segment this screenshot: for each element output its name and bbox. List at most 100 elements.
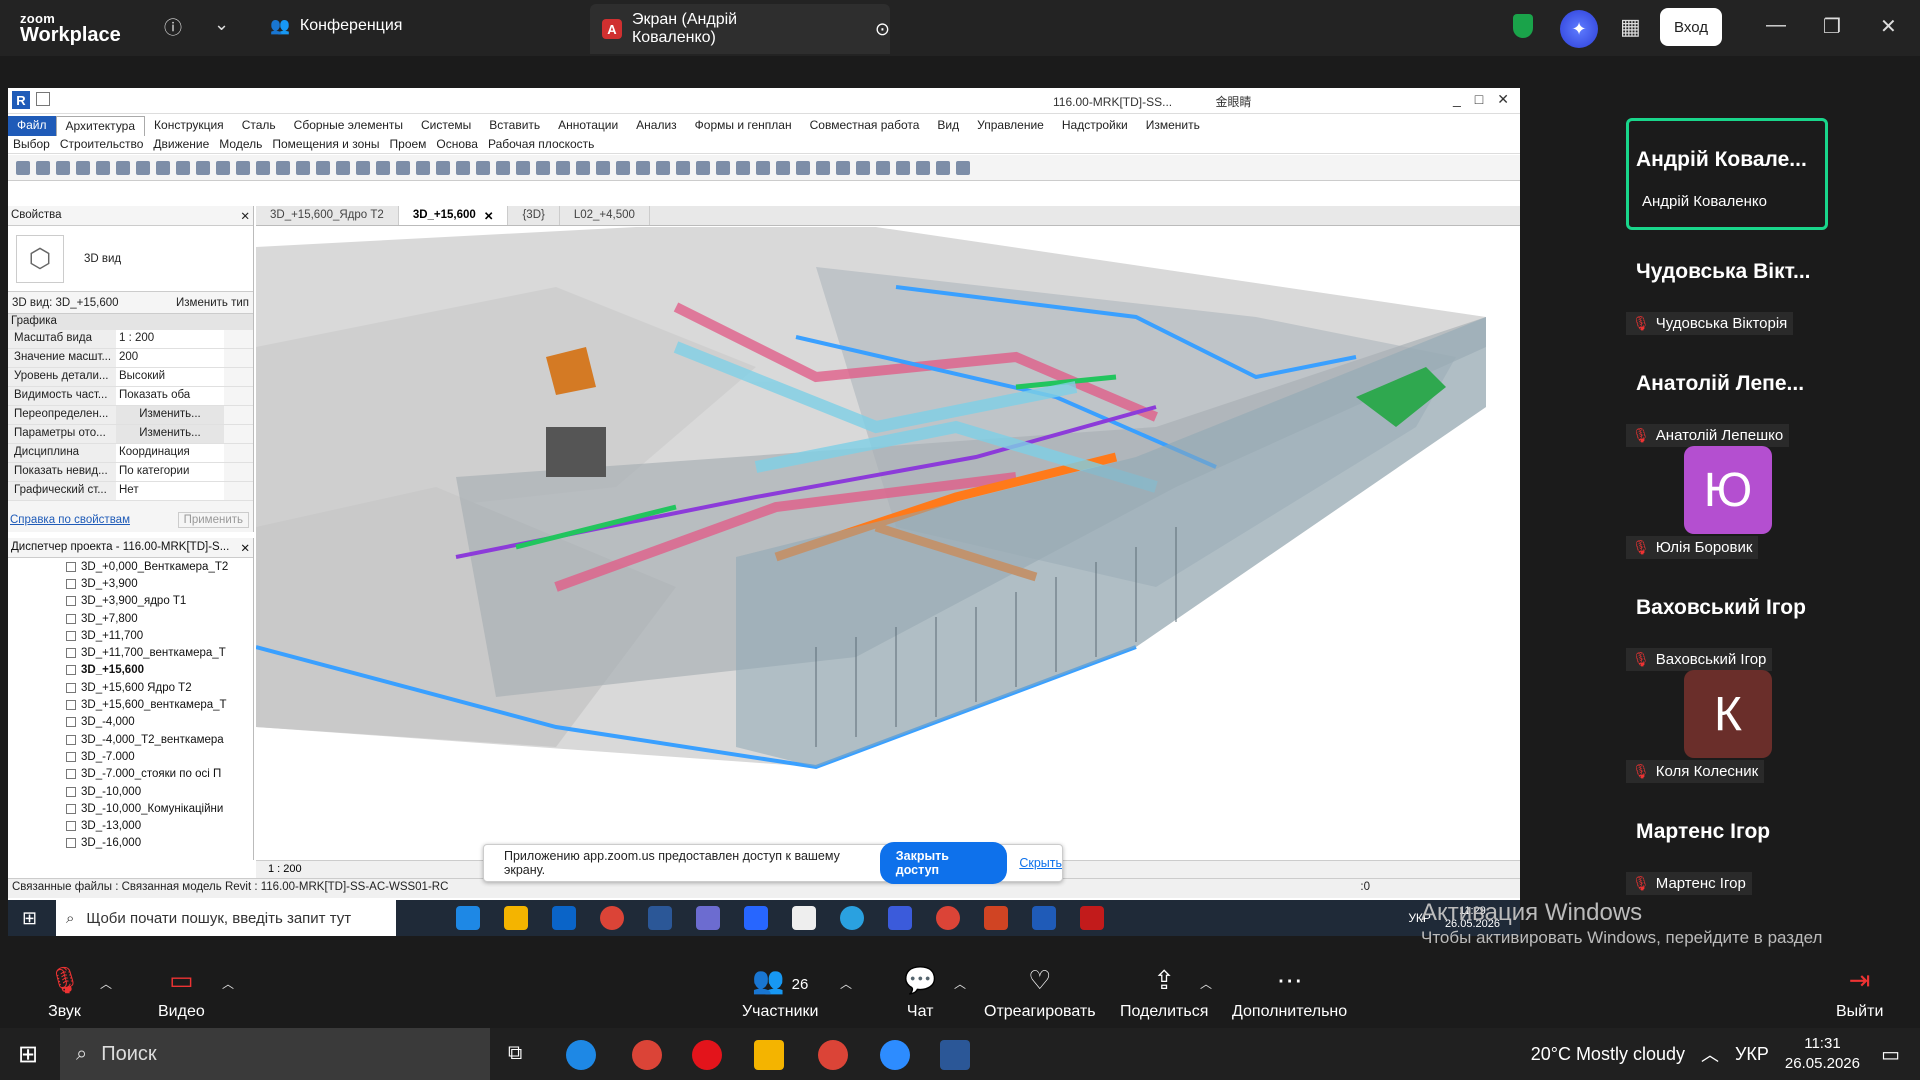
toolbar-tool-icon[interactable] [36,160,50,175]
revit-user[interactable]: 金眼睛 [1216,95,1252,109]
audio-button[interactable]: 🎙 Звук [48,965,81,1021]
toolbar-tool-icon[interactable] [776,160,790,175]
toolbar-tool-icon[interactable] [616,160,630,175]
toolbar-tool-icon[interactable] [296,160,310,175]
browser-view-item[interactable]: 3D_-4,000_Т2_венткамера [66,731,253,748]
windows-start-icon[interactable]: ⊞ [22,908,37,929]
browser-view-item[interactable]: 3D_-10,000 [66,783,253,800]
toolbar-tool-icon[interactable] [676,160,690,175]
participant-tile[interactable]: Мартенс Ігор 🎙 Мартенс Ігор [1620,782,1860,895]
video-caret-icon[interactable]: ︿ [222,975,234,992]
toolbar-tool-icon[interactable] [396,160,410,175]
toolbar-tool-icon[interactable] [196,160,210,175]
edit-type-button[interactable]: Изменить тип [176,297,249,309]
browser-view-item[interactable]: 3D_+3,900_ядро Т1 [66,593,253,610]
ribbon-subtab[interactable]: Строительство [55,136,149,153]
toolbar-tool-icon[interactable] [636,160,650,175]
chevron-down-icon[interactable]: ⌄ [214,14,229,35]
toolbar-tool-icon[interactable] [836,160,850,175]
encryption-shield-icon[interactable] [1513,14,1533,38]
toolbar-tool-icon[interactable] [456,160,470,175]
browser-view-item[interactable]: 3D_+15,600 Ядро Т2 [66,679,253,696]
powerpoint-icon[interactable] [984,906,1008,930]
notepad-icon[interactable] [792,906,816,930]
property-value[interactable]: Координация [116,444,224,462]
view-selector[interactable]: 3D вид: 3D_+15,600 Изменить тип [8,292,253,314]
video-button[interactable]: ▭ Видео [158,965,205,1021]
toolbar-tool-icon[interactable] [176,160,190,175]
ribbon-tab[interactable]: Совместная работа [801,116,929,136]
type-selector[interactable]: ⬡ 3D вид [8,226,253,292]
taskbar-search[interactable]: ⌕ Поиск [60,1028,490,1080]
toolbar-tool-icon[interactable] [496,160,510,175]
toolbar-tool-icon[interactable] [896,160,910,175]
toolbar-tool-icon[interactable] [576,160,590,175]
info-icon[interactable]: ⓘ [164,14,182,40]
ribbon-tab[interactable]: Сборные элементы [285,116,412,136]
browser-view-item[interactable]: 3D_-7.000 [66,748,253,765]
toolbar-tool-icon[interactable] [796,160,810,175]
chat-button[interactable]: 💬 Чат [904,965,936,1021]
close-icon[interactable]: ✕ [1880,14,1897,39]
toolbar-tool-icon[interactable] [856,160,870,175]
3d-view-canvas[interactable] [256,227,1512,860]
ribbon-subtab[interactable]: Рабочая плоскость [483,136,599,153]
view-layout-icon[interactable]: ▦ [1620,14,1641,40]
more-icon[interactable]: ⊙ [875,19,890,40]
edge-icon[interactable] [566,1040,596,1070]
ribbon-tab[interactable]: Изменить [1137,116,1209,136]
chrome-icon[interactable] [632,1040,662,1070]
stop-sharing-button[interactable]: Закрыть доступ [879,842,1008,884]
toolbar-tool-icon[interactable] [736,160,750,175]
browser-view-item[interactable]: 3D_+7,800 [66,610,253,627]
ribbon-tab[interactable]: Анализ [627,116,686,136]
ribbon-subtab[interactable]: Основа [431,136,483,153]
clock[interactable]: 11:31 26.05.2026 [1785,1034,1860,1074]
share-button[interactable]: ⇪ Поделиться [1120,965,1208,1021]
browser-view-item[interactable]: 3D_+11,700_венткамера_Т [66,644,253,661]
revit-window-controls[interactable]: _□✕ [1453,91,1520,108]
chrome-icon[interactable] [936,906,960,930]
toolbar-tool-icon[interactable] [356,160,370,175]
ribbon-subtab[interactable]: Помещения и зоны [267,136,384,153]
toolbar-tool-icon[interactable] [316,160,330,175]
conference-tab[interactable]: 👥 Конференция [270,16,402,36]
language-indicator[interactable]: УКР [1735,1044,1769,1065]
toolbar-tool-icon[interactable] [136,160,150,175]
view-tab[interactable]: {3D} [508,206,560,225]
autocad-icon[interactable] [1080,906,1104,930]
toolbar-tool-icon[interactable] [656,160,670,175]
toolbar-tool-icon[interactable] [236,160,250,175]
react-button[interactable]: ♡ Отреагировать [984,965,1096,1021]
browser-view-item[interactable]: 3D_-13,000 [66,817,253,834]
explorer-icon[interactable] [504,906,528,930]
browser-view-item[interactable]: 3D_+0,000_Венткамера_Т2 [66,558,253,575]
apply-button[interactable]: Применить [177,512,249,528]
toolbar-tool-icon[interactable] [876,160,890,175]
view-scale[interactable]: 1 : 200 [268,863,302,875]
participants-button[interactable]: 👥 26 Участники [742,965,818,1021]
toolbar-tool-icon[interactable] [936,160,950,175]
participant-tile[interactable]: Ю 🎙 Юлія Боровик [1620,446,1860,559]
minimize-icon[interactable]: — [1766,14,1786,37]
toolbar-tool-icon[interactable] [256,160,270,175]
word-icon[interactable] [940,1040,970,1070]
ribbon-tab[interactable]: Системы [412,116,480,136]
property-value[interactable]: 200 [116,349,224,367]
chrome-icon[interactable] [600,906,624,930]
zoom-app-icon[interactable] [880,1040,910,1070]
close-icon[interactable]: ✕ [240,209,250,223]
property-edit-button[interactable]: Изменить... [116,406,224,424]
windows-start-icon[interactable]: ⊞ [18,1040,38,1069]
opera-icon[interactable] [692,1040,722,1070]
property-value[interactable]: 1 : 200 [116,330,224,348]
ribbon-tab[interactable]: Конструкция [145,116,233,136]
browser-view-item[interactable]: 3D_-4,000 [66,714,253,731]
chrome-icon[interactable] [818,1040,848,1070]
participants-caret-icon[interactable]: ︿ [840,975,852,992]
restore-icon[interactable]: ❐ [1823,14,1841,39]
word-icon[interactable] [648,906,672,930]
login-button[interactable]: Вход [1660,8,1722,46]
toolbar-tool-icon[interactable] [476,160,490,175]
revit-icon[interactable] [1032,906,1056,930]
